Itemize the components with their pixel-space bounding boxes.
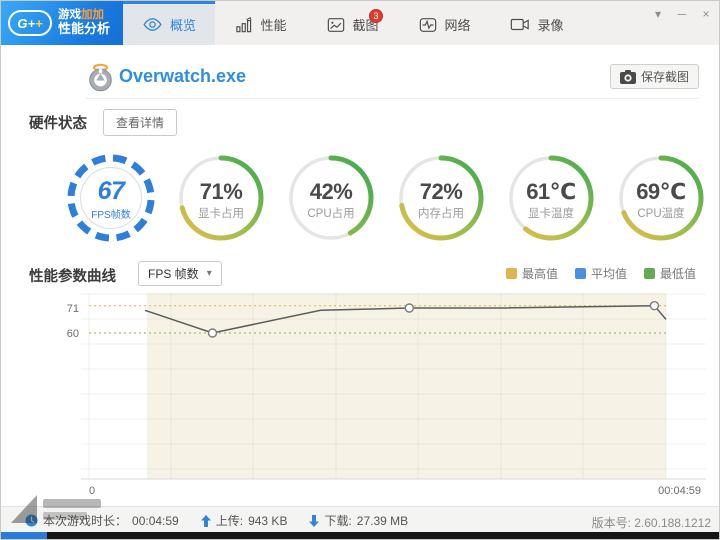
header-divider — [86, 98, 699, 99]
screenshot-count-badge: 3 — [369, 9, 383, 23]
gauge-value: 42% — [309, 179, 353, 204]
avg-swatch-icon — [575, 268, 587, 279]
gauge-cpu-usage: 42% CPU占用 — [276, 152, 386, 244]
tab-screenshot[interactable]: 截图 3 — [307, 1, 399, 45]
gamepp-window: G+ + 游戏加加 性能分析 概览 性能 截图 3 网络 录像 ▾ ─ × Ov… — [0, 0, 720, 540]
upload-arrow-icon — [200, 514, 211, 527]
gauge-row: 67 FPS帧数 71% 显卡占用 42% CPU占用 72% 内存占用 61℃… — [56, 152, 716, 244]
gauge-label: CPU温度 — [637, 208, 685, 220]
gauge-value: 69℃ — [636, 179, 686, 204]
y-tick-60: 60 — [67, 328, 79, 340]
window-minimize-button[interactable]: ─ — [675, 7, 689, 21]
legend-item-max: 最高值 — [506, 265, 558, 282]
min-swatch-icon — [644, 268, 656, 279]
overwatch-logo-icon — [89, 63, 112, 92]
version-number: 版本号: 2.60.188.1212 — [591, 516, 711, 530]
tab-recording[interactable]: 录像 — [491, 1, 583, 45]
view-details-button[interactable]: 查看详情 — [103, 109, 178, 136]
tab-label: 性能 — [260, 18, 287, 33]
tab-overview[interactable]: 概览 — [123, 1, 215, 45]
tab-label: 录像 — [537, 18, 564, 33]
watermark — [11, 495, 101, 523]
download-arrow-icon — [309, 514, 320, 527]
gauge-memory-usage: 72% 内存占用 — [386, 152, 496, 244]
tab-label: 概览 — [169, 18, 196, 33]
performance-bars-icon — [236, 16, 252, 32]
chevron-down-icon: ▾ — [206, 268, 212, 279]
perf-section-title: 性能参数曲线 — [29, 269, 116, 285]
tab-label: 网络 — [444, 18, 471, 33]
download-stat: 下载: 27.39 MB — [309, 512, 408, 529]
top-bar: G+ + 游戏加加 性能分析 概览 性能 截图 3 网络 录像 ▾ ─ × — [1, 1, 719, 45]
max-swatch-icon — [506, 268, 517, 279]
game-header: Overwatch.exe 保存截图 — [1, 61, 719, 97]
gauge-value: 71% — [199, 179, 243, 204]
y-tick-71: 71 — [67, 303, 79, 315]
gauge-label: FPS帧数 — [91, 210, 131, 221]
x-tick-end: 00:04:59 — [658, 485, 701, 497]
window-controls: ▾ ─ × — [651, 7, 713, 21]
camera-icon — [619, 69, 636, 84]
gauge-value: 67 — [97, 177, 125, 205]
gauge-value: 61℃ — [526, 179, 576, 204]
video-camera-icon — [511, 18, 530, 31]
gauge-gpu-usage: 71% 显卡占用 — [166, 152, 276, 244]
tab-network[interactable]: 网络 — [399, 1, 491, 45]
app-logo: G+ + 游戏加加 性能分析 — [1, 1, 123, 45]
save-screenshot-button[interactable]: 保存截图 — [609, 64, 699, 89]
network-icon — [420, 17, 437, 32]
window-close-button[interactable]: × — [699, 7, 713, 21]
window-menu-button[interactable]: ▾ — [651, 7, 665, 21]
gauge-fps: 67 FPS帧数 — [56, 152, 166, 244]
gauge-gpu-temp: 61℃ 显卡温度 — [496, 152, 606, 244]
gauge-cpu-temp: 69℃ CPU温度 — [606, 152, 716, 244]
chart-legend: 最高值 平均值 最低值 — [506, 265, 696, 282]
gauge-label: 内存占用 — [418, 208, 464, 220]
main-tabs: 概览 性能 截图 3 网络 录像 — [123, 1, 583, 45]
metric-dropdown[interactable]: FPS 帧数 ▾ — [138, 261, 222, 286]
screenshot-icon — [328, 17, 345, 32]
brand-text: 游戏加加 性能分析 — [58, 8, 111, 37]
gpp-logo-icon: G+ + — [8, 10, 52, 36]
gauge-label: 显卡占用 — [198, 208, 244, 220]
gauge-label: 显卡温度 — [528, 208, 574, 220]
gauge-label: CPU占用 — [307, 208, 355, 220]
gauge-value: 72% — [419, 179, 463, 204]
chart-data-band — [146, 293, 667, 479]
eye-icon — [143, 18, 162, 31]
bottom-strip-blue — [1, 532, 47, 539]
fps-line-chart: 71 60 0 00:04:59 — [61, 291, 711, 503]
hardware-section-title: 硬件状态 — [29, 116, 87, 132]
legend-item-avg: 平均值 — [575, 265, 627, 282]
upload-stat: 上传: 943 KB — [200, 512, 287, 529]
legend-item-min: 最低值 — [644, 265, 696, 282]
bottom-strip — [1, 532, 719, 539]
game-process-title: Overwatch.exe — [119, 66, 247, 86]
tab-performance[interactable]: 性能 — [215, 1, 307, 45]
